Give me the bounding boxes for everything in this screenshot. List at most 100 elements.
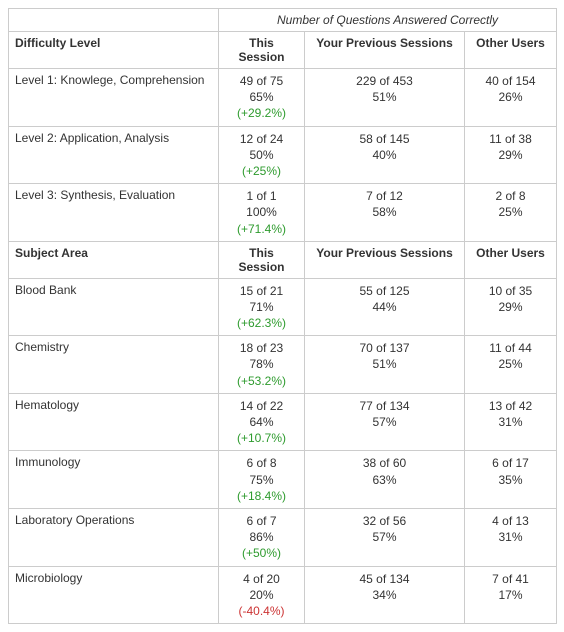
percent-value: 65% <box>225 89 298 105</box>
table-row: Blood Bank15 of 2171%(+62.3%)55 of 12544… <box>9 278 557 336</box>
table-row: Microbiology4 of 2020%(-40.4%)45 of 1343… <box>9 566 557 624</box>
percent-value: 78% <box>225 356 298 372</box>
count-value: 77 of 134 <box>311 398 458 414</box>
count-value: 4 of 13 <box>471 513 550 529</box>
percent-value: 57% <box>311 414 458 430</box>
percent-value: 64% <box>225 414 298 430</box>
count-value: 14 of 22 <box>225 398 298 414</box>
row-label: Blood Bank <box>9 278 219 336</box>
this-session-cell: 6 of 786%(+50%) <box>219 508 305 566</box>
others-cell: 11 of 3829% <box>465 126 557 184</box>
column-header-others: Other Users <box>465 241 557 278</box>
row-label: Level 3: Synthesis, Evaluation <box>9 184 219 242</box>
percent-value: 50% <box>225 147 298 163</box>
others-cell: 4 of 1331% <box>465 508 557 566</box>
count-value: 70 of 137 <box>311 340 458 356</box>
percent-value: 40% <box>311 147 458 163</box>
count-value: 12 of 24 <box>225 131 298 147</box>
percent-value: 51% <box>311 356 458 372</box>
row-label: Microbiology <box>9 566 219 624</box>
this-session-cell: 15 of 2171%(+62.3%) <box>219 278 305 336</box>
table-row: Chemistry18 of 2378%(+53.2%)70 of 13751%… <box>9 336 557 394</box>
previous-cell: 32 of 5657% <box>305 508 465 566</box>
percent-value: 31% <box>471 414 550 430</box>
previous-cell: 77 of 13457% <box>305 393 465 451</box>
delta-value: (+29.2%) <box>225 105 298 121</box>
section-header: Subject Area <box>9 241 219 278</box>
count-value: 40 of 154 <box>471 73 550 89</box>
count-value: 49 of 75 <box>225 73 298 89</box>
count-value: 229 of 453 <box>311 73 458 89</box>
percent-value: 29% <box>471 147 550 163</box>
delta-value: (+25%) <box>225 163 298 179</box>
percent-value: 20% <box>225 587 298 603</box>
delta-value: (+10.7%) <box>225 430 298 446</box>
column-header-previous: Your Previous Sessions <box>305 32 465 69</box>
delta-value: (+50%) <box>225 545 298 561</box>
this-session-cell: 18 of 2378%(+53.2%) <box>219 336 305 394</box>
count-value: 11 of 38 <box>471 131 550 147</box>
count-value: 38 of 60 <box>311 455 458 471</box>
previous-cell: 7 of 1258% <box>305 184 465 242</box>
others-cell: 7 of 4117% <box>465 566 557 624</box>
previous-cell: 58 of 14540% <box>305 126 465 184</box>
count-value: 18 of 23 <box>225 340 298 356</box>
previous-cell: 55 of 12544% <box>305 278 465 336</box>
count-value: 58 of 145 <box>311 131 458 147</box>
percent-value: 25% <box>471 356 550 372</box>
previous-cell: 70 of 13751% <box>305 336 465 394</box>
count-value: 13 of 42 <box>471 398 550 414</box>
percent-value: 57% <box>311 529 458 545</box>
count-value: 10 of 35 <box>471 283 550 299</box>
table-row: Hematology14 of 2264%(+10.7%)77 of 13457… <box>9 393 557 451</box>
delta-value: (+53.2%) <box>225 373 298 389</box>
this-session-cell: 6 of 875%(+18.4%) <box>219 451 305 509</box>
results-table: Number of Questions Answered CorrectlyDi… <box>8 8 557 624</box>
count-value: 6 of 17 <box>471 455 550 471</box>
others-cell: 10 of 3529% <box>465 278 557 336</box>
row-label: Level 2: Application, Analysis <box>9 126 219 184</box>
delta-value: (+18.4%) <box>225 488 298 504</box>
count-value: 6 of 8 <box>225 455 298 471</box>
count-value: 2 of 8 <box>471 188 550 204</box>
column-header-thisSession: This Session <box>219 32 305 69</box>
count-value: 6 of 7 <box>225 513 298 529</box>
delta-value: (+62.3%) <box>225 315 298 331</box>
header-blank <box>9 9 219 32</box>
table-row: Level 2: Application, Analysis12 of 2450… <box>9 126 557 184</box>
count-value: 7 of 12 <box>311 188 458 204</box>
count-value: 55 of 125 <box>311 283 458 299</box>
column-header-thisSession: This Session <box>219 241 305 278</box>
count-value: 45 of 134 <box>311 571 458 587</box>
percent-value: 26% <box>471 89 550 105</box>
previous-cell: 38 of 6063% <box>305 451 465 509</box>
delta-value: (-40.4%) <box>225 603 298 619</box>
percent-value: 63% <box>311 472 458 488</box>
table-row: Level 3: Synthesis, Evaluation1 of 1100%… <box>9 184 557 242</box>
table-row: Immunology6 of 875%(+18.4%)38 of 6063%6 … <box>9 451 557 509</box>
row-label: Immunology <box>9 451 219 509</box>
column-header-previous: Your Previous Sessions <box>305 241 465 278</box>
percent-value: 25% <box>471 204 550 220</box>
count-value: 7 of 41 <box>471 571 550 587</box>
previous-cell: 229 of 45351% <box>305 69 465 127</box>
percent-value: 17% <box>471 587 550 603</box>
percent-value: 100% <box>225 204 298 220</box>
top-header: Number of Questions Answered Correctly <box>219 9 557 32</box>
delta-value: (+71.4%) <box>225 221 298 237</box>
this-session-cell: 4 of 2020%(-40.4%) <box>219 566 305 624</box>
table-row: Level 1: Knowlege, Comprehension49 of 75… <box>9 69 557 127</box>
percent-value: 34% <box>311 587 458 603</box>
this-session-cell: 49 of 7565%(+29.2%) <box>219 69 305 127</box>
percent-value: 31% <box>471 529 550 545</box>
count-value: 4 of 20 <box>225 571 298 587</box>
percent-value: 51% <box>311 89 458 105</box>
this-session-cell: 14 of 2264%(+10.7%) <box>219 393 305 451</box>
row-label: Level 1: Knowlege, Comprehension <box>9 69 219 127</box>
this-session-cell: 12 of 2450%(+25%) <box>219 126 305 184</box>
others-cell: 6 of 1735% <box>465 451 557 509</box>
count-value: 1 of 1 <box>225 188 298 204</box>
row-label: Chemistry <box>9 336 219 394</box>
percent-value: 29% <box>471 299 550 315</box>
this-session-cell: 1 of 1100%(+71.4%) <box>219 184 305 242</box>
